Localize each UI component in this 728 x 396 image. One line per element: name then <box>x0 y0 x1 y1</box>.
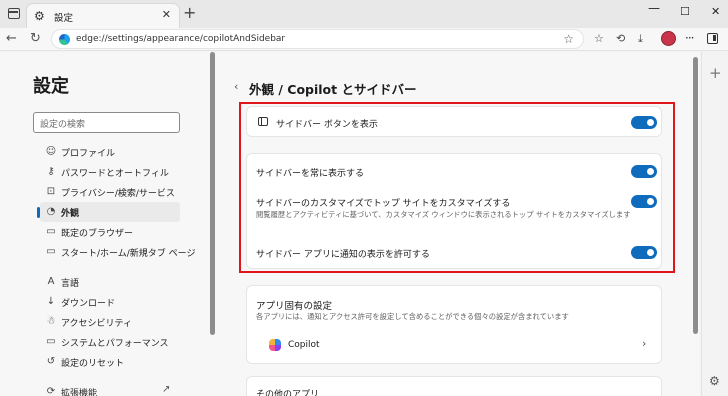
back-chevron-icon[interactable]: ‹ <box>234 80 238 93</box>
chevron-right-icon[interactable]: › <box>642 337 646 350</box>
sidebar-item-label: 外観 <box>61 209 80 219</box>
browser-toolbar: ← ↻ edge://settings/appearance/copilotAn… <box>0 28 728 51</box>
sidebar-settings-icon[interactable]: ⚙ <box>709 374 720 388</box>
page-title: 設定 <box>33 76 69 97</box>
sidebar-item-extensions[interactable]: ⟳ 拡張機能 <box>40 382 180 396</box>
browser-sidebar: + ⚙ <box>701 52 728 396</box>
other-apps-title: その他のアプリ <box>256 390 320 396</box>
breadcrumb: 外観 / Copilot とサイドバー <box>249 82 417 97</box>
accessibility-icon: ☃ <box>46 316 56 327</box>
sidebar-item-label: プライバシー/検索/サービス <box>61 189 175 199</box>
avatar[interactable] <box>661 31 676 46</box>
sidebar-item-system[interactable]: ▭ システムとパフォーマンス <box>40 332 200 352</box>
favorites-icon[interactable]: ☆ <box>594 32 604 46</box>
sidebar-item-label: パスワードとオートフィル <box>61 169 169 179</box>
download-icon: ↓ <box>46 296 56 307</box>
profile-icon: ☺ <box>45 146 57 157</box>
reset-icon: ↺ <box>46 356 56 367</box>
url-text: edge://settings/appearance/copilotAndSid… <box>76 34 286 44</box>
browser-icon: ▭ <box>46 226 56 237</box>
sidebar-item-label: システムとパフォーマンス <box>61 339 169 349</box>
sidebar-item-default-browser[interactable]: ▭ 既定のブラウザー <box>40 222 180 242</box>
sidebar-item-label: アクセシビリティ <box>61 319 133 329</box>
minimize-button[interactable]: — <box>648 2 660 14</box>
extensions-icon: ⟳ <box>46 386 56 396</box>
edge-logo-icon <box>59 34 70 45</box>
add-app-icon[interactable]: + <box>709 66 722 81</box>
sidebar-item-privacy[interactable]: ⊡ プライバシー/検索/サービス <box>40 182 180 202</box>
sidebar-item-label: ダウンロード <box>61 299 116 309</box>
sidebar-item-profile[interactable]: ☺ プロファイル <box>40 142 180 162</box>
system-icon: ▭ <box>46 336 56 347</box>
more-options-icon[interactable]: ··· <box>685 31 695 45</box>
sidebar-item-label: プロファイル <box>61 149 116 159</box>
content-scrollbar[interactable] <box>693 57 698 334</box>
sidebar-item-label: 既定のブラウザー <box>61 229 134 239</box>
key-icon: ⚷ <box>47 166 55 177</box>
sidebar-item-downloads[interactable]: ↓ ダウンロード <box>40 292 180 312</box>
home-icon: ▭ <box>46 246 56 257</box>
highlight-box <box>239 102 675 273</box>
favorite-star-icon[interactable]: ☆ <box>563 32 574 46</box>
sidebar-item-accessibility[interactable]: ☃ アクセシビリティ <box>40 312 180 332</box>
app-settings-description: 各アプリには、通知とアクセス許可を設定して含めることができる個々の設定が含まれて… <box>256 312 569 321</box>
language-icon: A <box>47 276 55 287</box>
settings-page: 設定 設定の検索 ☺ プロファイル ⚷ パスワードとオートフィル ⊡ プライバシ… <box>0 52 700 396</box>
sidebar-item-start-home[interactable]: ▭ スタート/ホーム/新規タブ ページ <box>40 242 205 262</box>
sidebar-item-label: 拡張機能 <box>61 389 98 396</box>
sidebar-item-reset[interactable]: ↺ 設定のリセット <box>40 352 180 372</box>
maximize-button[interactable]: ☐ <box>680 6 690 18</box>
other-apps-card: その他のアプリ <box>246 376 662 396</box>
sidebar-item-appearance[interactable]: ◔ 外観 <box>37 202 180 222</box>
tab-close-icon[interactable]: ✕ <box>162 8 171 21</box>
history-icon[interactable]: ⟲ <box>616 32 625 46</box>
tab-title: 設定 <box>54 13 74 24</box>
sidebar-toggle-icon[interactable] <box>707 33 718 44</box>
search-input[interactable]: 設定の検索 <box>33 112 180 133</box>
appearance-icon: ◔ <box>46 206 56 217</box>
title-bar: ⚙ 設定 ✕ + — ☐ ✕ <box>0 0 728 28</box>
sidebar-item-label: 設定のリセット <box>61 359 125 369</box>
gear-icon: ⚙ <box>34 9 45 23</box>
copilot-app-label[interactable]: Copilot <box>288 340 320 350</box>
lock-icon: ⊡ <box>46 186 56 197</box>
close-window-button[interactable]: ✕ <box>711 6 720 18</box>
copilot-icon <box>269 339 281 351</box>
settings-nav: 設定 設定の検索 ☺ プロファイル ⚷ パスワードとオートフィル ⊡ プライバシ… <box>0 52 215 396</box>
sidebar-item-languages[interactable]: A 言語 <box>40 272 180 292</box>
external-link-icon: ↗ <box>162 384 171 395</box>
downloads-icon[interactable]: ⤓ <box>638 32 643 46</box>
app-settings-title: アプリ固有の設定 <box>256 301 333 312</box>
settings-content: ‹ 外観 / Copilot とサイドバー サイドバー ボタンを表示 サイドバー… <box>215 52 700 396</box>
app-settings-card: アプリ固有の設定 各アプリには、通知とアクセス許可を設定して含めることができる個… <box>246 285 662 364</box>
tab-settings[interactable]: ⚙ 設定 ✕ <box>26 3 180 28</box>
sidebar-item-label: 言語 <box>61 279 80 289</box>
address-bar[interactable]: edge://settings/appearance/copilotAndSid… <box>51 29 584 49</box>
sidebar-item-label: スタート/ホーム/新規タブ ページ <box>61 249 196 259</box>
refresh-icon[interactable]: ↻ <box>30 32 41 46</box>
sidebar-item-passwords[interactable]: ⚷ パスワードとオートフィル <box>40 162 180 182</box>
tab-actions-icon[interactable] <box>8 8 20 19</box>
back-icon[interactable]: ← <box>6 32 17 46</box>
search-placeholder: 設定の検索 <box>40 120 86 130</box>
new-tab-icon[interactable]: + <box>183 5 196 21</box>
